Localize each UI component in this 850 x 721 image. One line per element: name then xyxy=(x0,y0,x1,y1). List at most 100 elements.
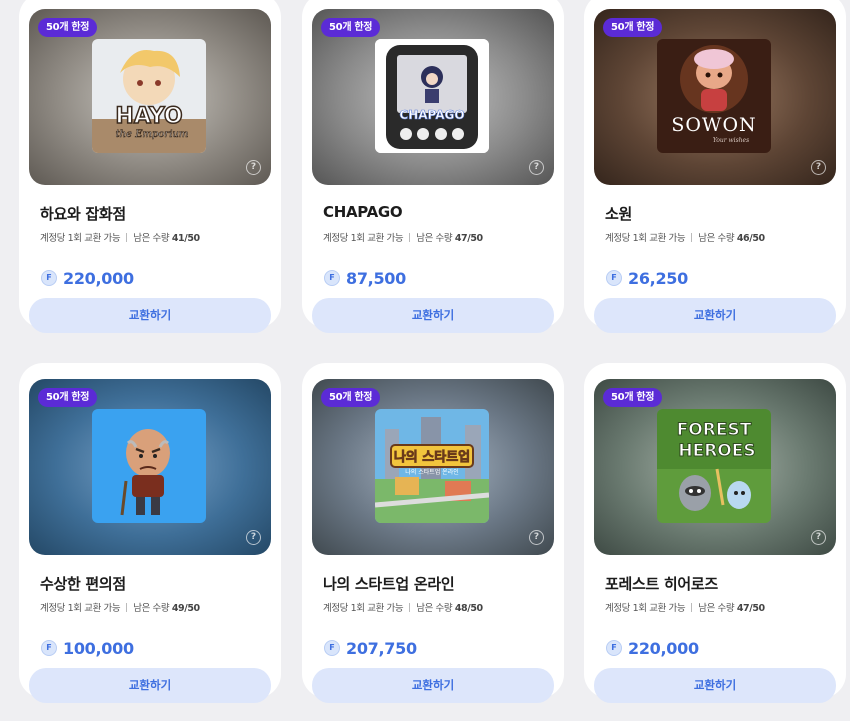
game-logo-text: FOREST xyxy=(677,420,752,440)
coin-icon: F xyxy=(324,640,340,656)
game-image: FOREST HEROES xyxy=(657,409,771,523)
product-meta: 계정당 1회 교환 가능 남은 수량 41/50 xyxy=(40,230,200,244)
remaining-label: 남은 수량 xyxy=(416,233,453,244)
product-card: 50개 한정 HAYO the Emporium ? 하요와 잡화점 계정당 1… xyxy=(19,0,281,333)
remaining-label: 남은 수량 xyxy=(698,603,735,614)
divider xyxy=(126,233,128,242)
thumbnail[interactable]: 50개 한정 SOWON Your wishes ? xyxy=(594,9,836,185)
limited-badge: 50개 한정 xyxy=(321,18,381,37)
exchange-button[interactable]: 교환하기 xyxy=(312,298,554,333)
thumbnail[interactable]: 50개 한정 ? xyxy=(29,379,271,555)
help-icon[interactable]: ? xyxy=(246,160,261,175)
exchange-button[interactable]: 교환하기 xyxy=(594,298,836,333)
thumbnail[interactable]: 50개 한정 CHAPAGO ? xyxy=(312,9,554,185)
game-image xyxy=(92,409,206,523)
limited-badge: 50개 한정 xyxy=(38,388,98,407)
product-card: 50개 한정 SOWON Your wishes ? 소원 계정당 1회 교환 … xyxy=(584,0,846,333)
remaining-count: 47/50 xyxy=(736,603,765,614)
product-title: 나의 스타트업 온라인 xyxy=(323,575,455,593)
product-card: 50개 한정 FOREST HEROES ? 포레스트 히어로즈 계정당 1회 … xyxy=(584,363,846,703)
game-logo-text-2: HEROES xyxy=(678,441,755,461)
thumbnail[interactable]: 50개 한정 나의 스타트업 나의 스타트업 온라인 ? xyxy=(312,379,554,555)
game-logo-subtext: Your wishes xyxy=(713,137,749,144)
remaining-count: 46/50 xyxy=(736,233,765,244)
product-title: 하요와 잡화점 xyxy=(40,205,126,223)
price: F 87,500 xyxy=(324,268,406,288)
limited-badge: 50개 한정 xyxy=(38,18,98,37)
remaining-label: 남은 수량 xyxy=(133,603,170,614)
product-meta: 계정당 1회 교환 가능 남은 수량 47/50 xyxy=(323,230,483,244)
help-icon[interactable]: ? xyxy=(811,530,826,545)
remaining-label: 남은 수량 xyxy=(416,603,453,614)
price-value: 87,500 xyxy=(346,268,406,288)
divider xyxy=(409,603,411,612)
exchange-button[interactable]: 교환하기 xyxy=(594,668,836,703)
exchange-button[interactable]: 교환하기 xyxy=(29,668,271,703)
help-icon[interactable]: ? xyxy=(529,160,544,175)
product-meta: 계정당 1회 교환 가능 남은 수량 48/50 xyxy=(323,600,483,614)
game-image: HAYO the Emporium xyxy=(92,39,206,153)
product-meta: 계정당 1회 교환 가능 남은 수량 49/50 xyxy=(40,600,200,614)
limit-text: 계정당 1회 교환 가능 xyxy=(40,233,121,244)
product-meta: 계정당 1회 교환 가능 남은 수량 47/50 xyxy=(605,600,765,614)
game-logo-text: SOWON xyxy=(671,114,756,136)
thumbnail[interactable]: 50개 한정 FOREST HEROES ? xyxy=(594,379,836,555)
divider xyxy=(691,603,693,612)
price-value: 100,000 xyxy=(63,638,134,658)
coin-icon: F xyxy=(41,270,57,286)
remaining-count: 41/50 xyxy=(171,233,200,244)
remaining-count: 47/50 xyxy=(454,233,483,244)
game-logo-subtext: the Emporium xyxy=(116,129,189,140)
divider xyxy=(691,233,693,242)
coin-icon: F xyxy=(324,270,340,286)
limit-text: 계정당 1회 교환 가능 xyxy=(605,603,686,614)
price-value: 26,250 xyxy=(628,268,688,288)
limit-text: 계정당 1회 교환 가능 xyxy=(40,603,121,614)
product-card: 50개 한정 CHAPAGO ? CHAPAGO 계정당 1회 교환 가능 남은… xyxy=(302,0,564,333)
price-value: 220,000 xyxy=(628,638,699,658)
coin-icon: F xyxy=(606,270,622,286)
exchange-button[interactable]: 교환하기 xyxy=(312,668,554,703)
product-title: CHAPAGO xyxy=(323,203,403,221)
coin-icon: F xyxy=(606,640,622,656)
price: F 207,750 xyxy=(324,638,417,658)
price: F 220,000 xyxy=(606,638,699,658)
price: F 220,000 xyxy=(41,268,134,288)
limit-text: 계정당 1회 교환 가능 xyxy=(323,603,404,614)
product-title: 수상한 편의점 xyxy=(40,575,126,593)
game-image: CHAPAGO xyxy=(375,39,489,153)
game-image: SOWON Your wishes xyxy=(657,39,771,153)
product-card: 50개 한정 나의 스타트업 나의 스타트업 온라인 ? 나의 스타트업 온라인… xyxy=(302,363,564,703)
game-logo-text: 나의 스타트업 xyxy=(394,449,470,465)
help-icon[interactable]: ? xyxy=(246,530,261,545)
game-logo-text: CHAPAGO xyxy=(399,108,464,122)
price-value: 207,750 xyxy=(346,638,417,658)
divider xyxy=(409,233,411,242)
price-value: 220,000 xyxy=(63,268,134,288)
limited-badge: 50개 한정 xyxy=(321,388,381,407)
limit-text: 계정당 1회 교환 가능 xyxy=(323,233,404,244)
coin-icon: F xyxy=(41,640,57,656)
remaining-count: 49/50 xyxy=(171,603,200,614)
thumbnail[interactable]: 50개 한정 HAYO the Emporium ? xyxy=(29,9,271,185)
product-title: 포레스트 히어로즈 xyxy=(605,575,718,593)
remaining-count: 48/50 xyxy=(454,603,483,614)
limited-badge: 50개 한정 xyxy=(603,18,663,37)
game-logo-text: HAYO xyxy=(115,104,182,129)
remaining-label: 남은 수량 xyxy=(133,233,170,244)
product-title: 소원 xyxy=(605,205,633,223)
product-card: 50개 한정 ? 수상한 편의점 계정당 1회 교환 가능 남은 수량 49/5… xyxy=(19,363,281,703)
help-icon[interactable]: ? xyxy=(529,530,544,545)
game-image: 나의 스타트업 나의 스타트업 온라인 xyxy=(375,409,489,523)
price: F 26,250 xyxy=(606,268,688,288)
divider xyxy=(126,603,128,612)
product-meta: 계정당 1회 교환 가능 남은 수량 46/50 xyxy=(605,230,765,244)
game-logo-subtext: 나의 스타트업 온라인 xyxy=(405,468,459,476)
price: F 100,000 xyxy=(41,638,134,658)
help-icon[interactable]: ? xyxy=(811,160,826,175)
limit-text: 계정당 1회 교환 가능 xyxy=(605,233,686,244)
product-grid: 50개 한정 HAYO the Emporium ? 하요와 잡화점 계정당 1… xyxy=(0,0,850,721)
limited-badge: 50개 한정 xyxy=(603,388,663,407)
exchange-button[interactable]: 교환하기 xyxy=(29,298,271,333)
remaining-label: 남은 수량 xyxy=(698,233,735,244)
